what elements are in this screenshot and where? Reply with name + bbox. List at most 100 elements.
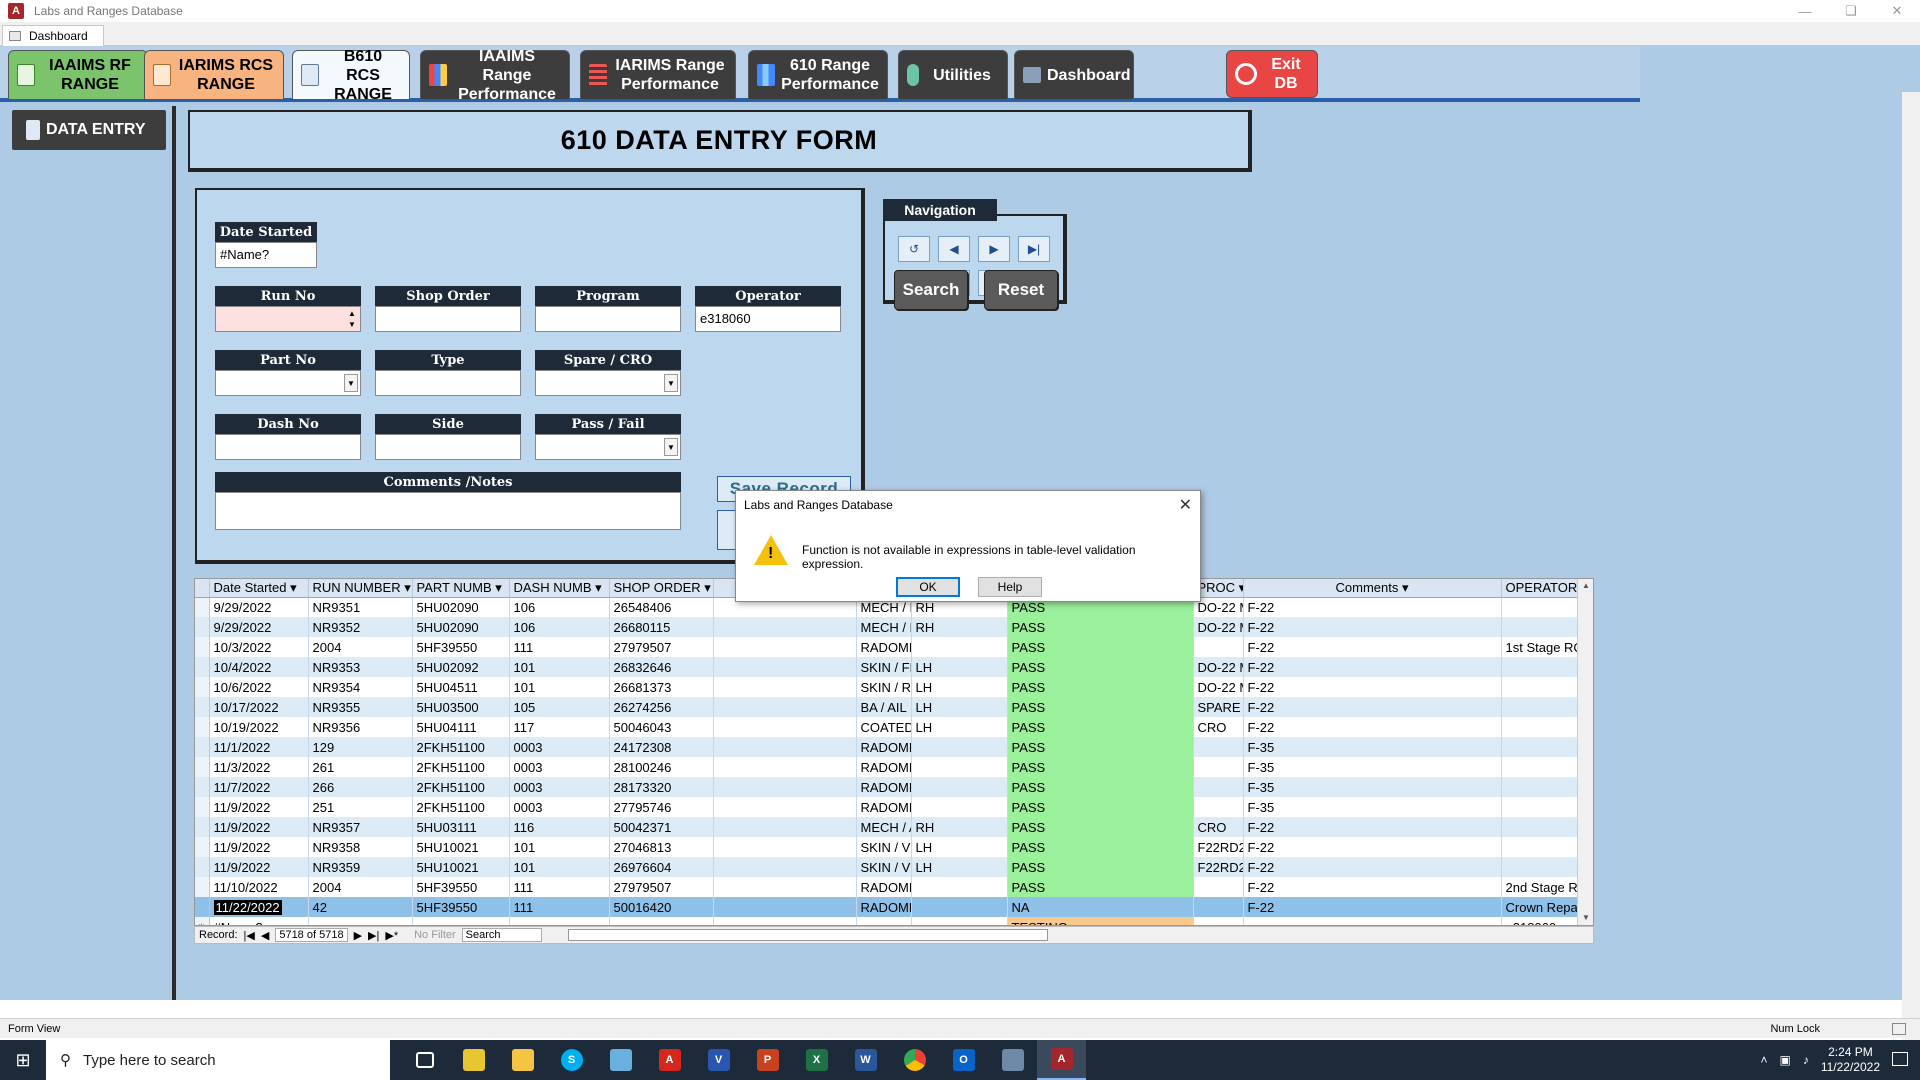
- table-cell[interactable]: 2004: [308, 637, 413, 657]
- table-cell[interactable]: PASS: [1007, 797, 1194, 817]
- table-cell[interactable]: LH: [911, 837, 1008, 857]
- table-cell[interactable]: NA: [1007, 897, 1194, 917]
- spinner-icon[interactable]: ▲ ▼: [346, 308, 358, 330]
- table-cell[interactable]: 111: [509, 897, 610, 917]
- table-cell[interactable]: 26681373: [609, 677, 714, 697]
- table-cell[interactable]: NR9355: [308, 697, 413, 717]
- nav-iarims-rcs-range[interactable]: IARIMS RCS RANGE: [144, 50, 284, 100]
- table-cell[interactable]: [713, 697, 857, 717]
- column-header[interactable]: SHOP ORDER ▾: [609, 579, 714, 598]
- table-cell[interactable]: 5HU10021: [412, 837, 510, 857]
- row-selector[interactable]: [195, 897, 210, 917]
- table-cell[interactable]: 106: [509, 597, 610, 617]
- table-cell[interactable]: [713, 777, 857, 797]
- table-cell[interactable]: 11/7/2022: [209, 777, 309, 797]
- table-cell[interactable]: 26680115: [609, 617, 714, 637]
- table-cell[interactable]: 26832646: [609, 657, 714, 677]
- table-cell[interactable]: [713, 817, 857, 837]
- close-icon[interactable]: ✕: [1874, 0, 1920, 22]
- row-selector[interactable]: [195, 697, 210, 717]
- chevron-down-icon[interactable]: ▼: [664, 438, 678, 456]
- windows-start-icon[interactable]: ⊞: [0, 1040, 46, 1080]
- table-row[interactable]: 11/1/20221292FKH51100000324172308 RADOME …: [195, 737, 1578, 757]
- table-cell[interactable]: [713, 737, 857, 757]
- table-cell[interactable]: [1193, 917, 1244, 925]
- type-input[interactable]: [375, 370, 521, 396]
- scroll-down-icon[interactable]: ▼: [1580, 913, 1592, 925]
- table-cell[interactable]: [911, 637, 1008, 657]
- table-cell[interactable]: F-22: [1243, 717, 1502, 737]
- table-cell[interactable]: [713, 877, 857, 897]
- table-cell[interactable]: 10/3/2022: [209, 637, 309, 657]
- table-cell[interactable]: [713, 717, 857, 737]
- column-header[interactable]: Comments ▾: [1243, 579, 1502, 598]
- table-cell[interactable]: [412, 917, 510, 925]
- table-cell[interactable]: 11/10/2022: [209, 877, 309, 897]
- table-cell[interactable]: MECH / AIL: [856, 817, 912, 837]
- table-row[interactable]: 9/29/2022 NR9352 5HU02090 106 26680115 MECH /…: [195, 617, 1578, 637]
- table-cell[interactable]: F22RD2-DO21: [1193, 837, 1244, 857]
- table-cell[interactable]: PASS: [1007, 737, 1194, 757]
- table-cell[interactable]: [1193, 777, 1244, 797]
- table-cell[interactable]: 5HU02092: [412, 657, 510, 677]
- table-row[interactable]: 11/9/20222512FKH51100000327795746 RADOME …: [195, 797, 1578, 817]
- table-row[interactable]: 11/10/202220045HF3955011127979507 RADOME …: [195, 877, 1578, 897]
- table-cell[interactable]: PASS: [1007, 697, 1194, 717]
- table-cell[interactable]: NR9352: [308, 617, 413, 637]
- table-cell[interactable]: 10/6/2022: [209, 677, 309, 697]
- table-cell[interactable]: F-22: [1243, 857, 1502, 877]
- scroll-up-icon[interactable]: ▲: [1580, 581, 1592, 593]
- table-cell[interactable]: [713, 677, 857, 697]
- table-cell[interactable]: SKIN / VSLE: [856, 857, 912, 877]
- table-cell[interactable]: [713, 617, 857, 637]
- table-cell[interactable]: F-22: [1243, 597, 1502, 617]
- table-cell[interactable]: 26274256: [609, 697, 714, 717]
- row-selector[interactable]: [195, 777, 210, 797]
- table-cell[interactable]: 11/9/2022: [209, 857, 309, 877]
- row-selector[interactable]: [195, 877, 210, 897]
- nav-utilities[interactable]: Utilities: [898, 50, 1008, 100]
- table-cell[interactable]: RADOME / RF ATP: [856, 797, 912, 817]
- table-cell[interactable]: PASS: [1007, 657, 1194, 677]
- table-cell[interactable]: 2FKH51100: [412, 797, 510, 817]
- column-header[interactable]: PART NUMB ▾: [412, 579, 510, 598]
- table-cell[interactable]: 28100246: [609, 757, 714, 777]
- horizontal-scrollbar[interactable]: [567, 929, 1048, 941]
- table-cell[interactable]: [713, 917, 857, 925]
- close-icon[interactable]: ✕: [1179, 495, 1192, 515]
- chrome-icon[interactable]: [890, 1040, 939, 1080]
- table-cell[interactable]: [911, 777, 1008, 797]
- table-cell[interactable]: SKIN / VSLE: [856, 837, 912, 857]
- table-cell[interactable]: F-22: [1243, 637, 1502, 657]
- nav-iaaims-rf-range[interactable]: IAAIMS RF RANGE: [8, 50, 148, 100]
- nav-iarims-range-performance[interactable]: IARIMS Range Performance: [580, 50, 736, 100]
- table-cell[interactable]: [1193, 757, 1244, 777]
- table-cell[interactable]: PASS: [1007, 717, 1194, 737]
- table-cell[interactable]: e318060: [1501, 917, 1578, 925]
- table-cell[interactable]: 5HU10021: [412, 857, 510, 877]
- table-cell[interactable]: 27979507: [609, 637, 714, 657]
- table-cell[interactable]: SKIN / Rudder: [856, 677, 912, 697]
- row-selector[interactable]: [195, 717, 210, 737]
- acrobat-icon[interactable]: A: [645, 1040, 694, 1080]
- table-cell[interactable]: 10/4/2022: [209, 657, 309, 677]
- table-row[interactable]: 11/9/2022 NR9359 5HU10021 101 26976604 SKIN /…: [195, 857, 1578, 877]
- comments-textarea[interactable]: [215, 492, 681, 530]
- table-cell[interactable]: COATED / Rudder: [856, 717, 912, 737]
- chevron-down-icon[interactable]: ▼: [344, 374, 358, 392]
- table-cell[interactable]: RADOME / RF ATP: [856, 737, 912, 757]
- table-cell[interactable]: 5HU04111: [412, 717, 510, 737]
- new-record-icon[interactable]: ▶*: [385, 929, 398, 942]
- outlook-icon[interactable]: O: [939, 1040, 988, 1080]
- table-row[interactable]: 10/4/2022 NR9353 5HU02092 101 26832646 SKIN /…: [195, 657, 1578, 677]
- table-cell[interactable]: RH: [911, 617, 1008, 637]
- table-cell[interactable]: 11/9/2022: [209, 817, 309, 837]
- table-cell[interactable]: [713, 637, 857, 657]
- table-cell[interactable]: 101: [509, 677, 610, 697]
- table-cell[interactable]: LH: [911, 657, 1008, 677]
- table-cell[interactable]: [1243, 917, 1502, 925]
- table-cell[interactable]: [1501, 657, 1578, 677]
- table-cell[interactable]: 5HF39550: [412, 637, 510, 657]
- table-cell[interactable]: 50046043: [609, 717, 714, 737]
- visio-icon[interactable]: V: [694, 1040, 743, 1080]
